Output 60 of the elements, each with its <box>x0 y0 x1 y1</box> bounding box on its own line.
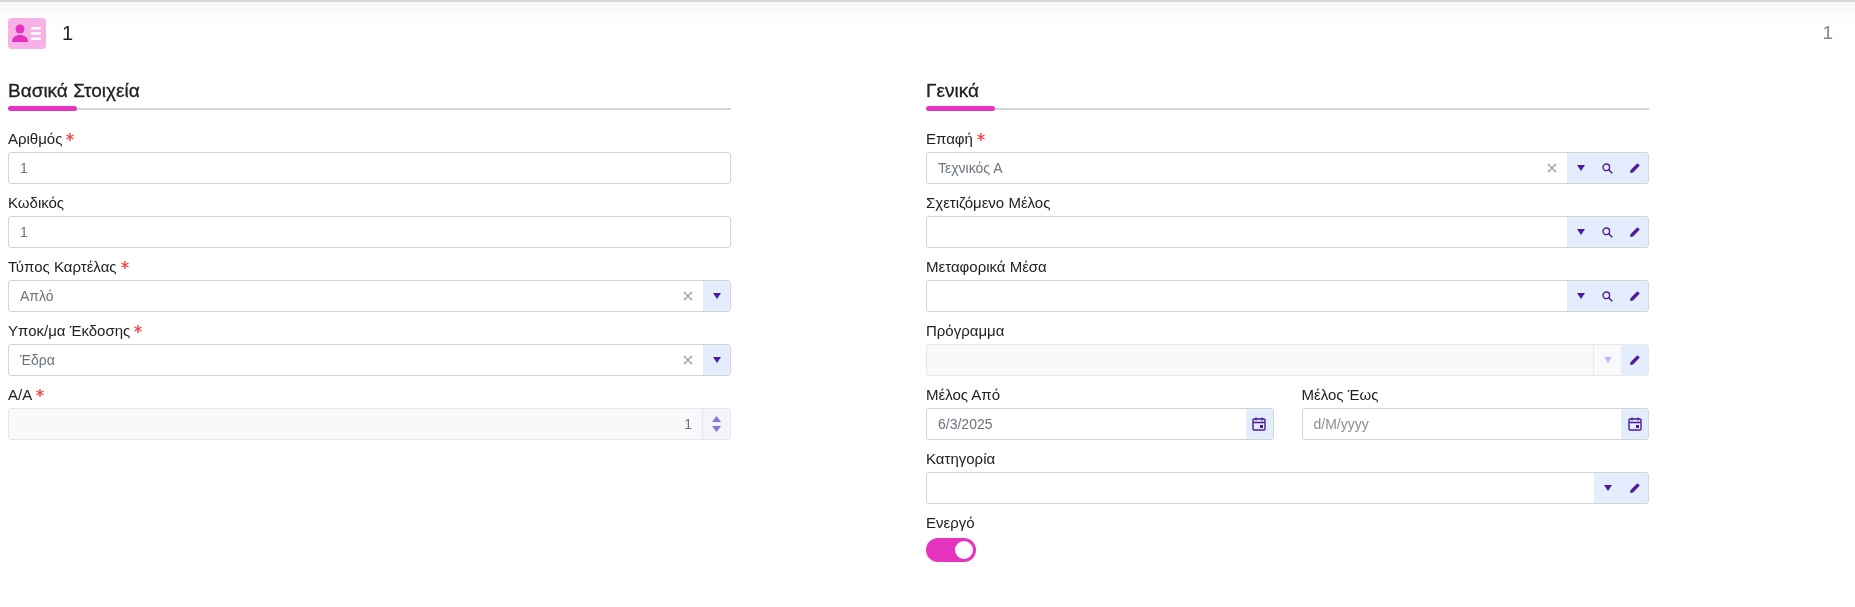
pencil-icon <box>1628 226 1641 238</box>
field-label: Πρόγραμμα <box>926 322 1005 339</box>
calendar-icon <box>1252 417 1266 431</box>
dropdown-field[interactable]: Τεχνικός Α <box>926 152 1649 184</box>
record-counter: 1 <box>1822 22 1833 44</box>
dropdown-field[interactable] <box>926 216 1649 248</box>
field-label: Μεταφορικά Μέσα <box>926 258 1047 275</box>
edit-button[interactable] <box>1621 281 1648 311</box>
field-label: Αριθμός <box>8 130 63 147</box>
dropdown-field[interactable] <box>926 472 1649 504</box>
dropdown-field[interactable]: Έδρα <box>8 344 731 376</box>
down-arrow-icon <box>712 426 721 432</box>
search-icon <box>1602 226 1613 238</box>
section-title: Βασικά Στοιχεία <box>8 80 141 103</box>
section-title: Γενικά <box>926 80 980 103</box>
edit-button[interactable] <box>1621 473 1648 503</box>
pencil-icon <box>1628 162 1641 174</box>
dropdown-arrow-icon <box>1603 357 1612 363</box>
pencil-icon <box>1628 482 1641 494</box>
dropdown-arrow-icon <box>712 293 721 299</box>
search-icon <box>1602 290 1613 302</box>
dropdown-button[interactable] <box>1567 153 1594 183</box>
toggle-switch[interactable] <box>926 538 976 562</box>
field-label: Μέλος Έως <box>1301 386 1379 403</box>
field-label: Κατηγορία <box>926 450 996 467</box>
up-arrow-icon <box>712 416 721 422</box>
search-icon <box>1602 162 1613 174</box>
text-field[interactable]: 1 <box>8 216 731 248</box>
text-field[interactable]: 1 <box>8 152 731 184</box>
dropdown-arrow-icon <box>1603 485 1612 491</box>
field-label: Τύπος Καρτέλας <box>8 258 117 275</box>
field-label: Ενεργό <box>926 514 975 531</box>
dropdown-field[interactable]: Απλό <box>8 280 731 312</box>
dropdown-button[interactable] <box>1567 281 1594 311</box>
date-field[interactable]: d/M/yyyy <box>1301 408 1649 440</box>
field-label: Σχετιζόμενο Μέλος <box>926 194 1051 211</box>
edit-button[interactable] <box>1621 153 1648 183</box>
contact-card-icon <box>8 17 46 49</box>
edit-button[interactable] <box>1621 217 1648 247</box>
dropdown-field[interactable] <box>926 280 1649 312</box>
dropdown-button[interactable] <box>1567 217 1594 247</box>
dropdown-arrow-icon <box>1576 165 1585 171</box>
pencil-icon <box>1628 290 1641 302</box>
field-label: Α/Α <box>8 386 33 403</box>
record-title: 1 <box>62 21 74 45</box>
dropdown-button[interactable] <box>1594 473 1621 503</box>
dropdown-button[interactable] <box>703 345 730 375</box>
field-label: Κωδικός <box>8 194 65 211</box>
calendar-icon <box>1627 417 1642 431</box>
field-label: Υποκ/μα Έκδοσης <box>8 322 131 339</box>
dropdown-arrow-icon <box>1576 229 1585 235</box>
pencil-icon <box>1628 354 1641 366</box>
field-label: Μέλος Από <box>926 386 1001 403</box>
field-label: Επαφή <box>926 130 973 147</box>
calendar-button[interactable] <box>1621 409 1648 439</box>
calendar-button[interactable] <box>1245 409 1273 439</box>
date-field[interactable]: 6/3/2025 <box>926 408 1274 440</box>
dropdown-button[interactable] <box>703 281 730 311</box>
dropdown-arrow-icon <box>712 357 721 363</box>
dropdown-arrow-icon <box>1576 293 1585 299</box>
